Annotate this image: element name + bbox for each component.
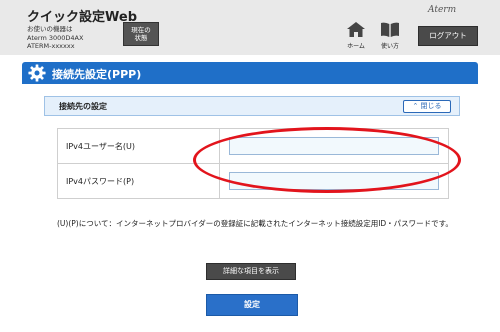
form-row-username: IPv4ユーザー名(U) (57, 128, 449, 164)
device-info-line: Aterm 3000D4AX (27, 33, 84, 42)
collapse-label: 閉じる (420, 102, 442, 110)
home-label: ホーム (347, 43, 365, 50)
logout-button[interactable]: ログアウト (418, 26, 478, 46)
panel-title: 接続先の設定 (59, 102, 107, 111)
show-details-button[interactable]: 詳細な項目を表示 (206, 263, 296, 280)
help-label: 使い方 (380, 43, 399, 50)
current-status-button[interactable]: 現在の 状態 (123, 22, 159, 46)
device-info-line: ATERM-xxxxxx (27, 42, 75, 50)
device-info: お使いの機器は Aterm 3000D4AX ATERM-xxxxxx (27, 25, 83, 51)
collapse-button[interactable]: ⌃ 閉じる (403, 100, 451, 113)
device-info-line: お使いの機器は (27, 25, 73, 33)
username-input[interactable] (229, 137, 439, 155)
status-button-line: 現在の (131, 26, 151, 34)
section-header: 接続先設定(PPP) (22, 62, 478, 84)
section-title: 接続先設定(PPP) (52, 68, 142, 81)
home-link[interactable]: ホーム (343, 22, 369, 50)
status-button-line: 状態 (134, 34, 148, 42)
book-icon (381, 22, 399, 37)
password-input[interactable] (229, 172, 439, 190)
form-row-password: IPv4パスワード(P) (57, 163, 449, 199)
password-label: IPv4パスワード(P) (57, 163, 220, 199)
submit-button[interactable]: 設定 (206, 294, 298, 316)
note-text: (U)(P)について：インターネットプロバイダーの登録証に記載されたインターネッ… (57, 219, 453, 228)
username-label: IPv4ユーザー名(U) (57, 128, 220, 164)
gear-icon (28, 64, 46, 82)
help-link[interactable]: 使い方 (377, 22, 403, 50)
chevron-up-icon: ⌃ (412, 102, 419, 110)
app-title: クイック設定Web (27, 10, 137, 25)
header: クイック設定Web お使いの機器は Aterm 3000D4AX ATERM-x… (0, 0, 500, 55)
connection-form: IPv4ユーザー名(U) IPv4パスワード(P) (57, 128, 449, 199)
home-icon (347, 22, 365, 37)
panel-header: 接続先の設定 ⌃ 閉じる (44, 96, 460, 116)
brand-logo: Aterm (428, 5, 457, 15)
